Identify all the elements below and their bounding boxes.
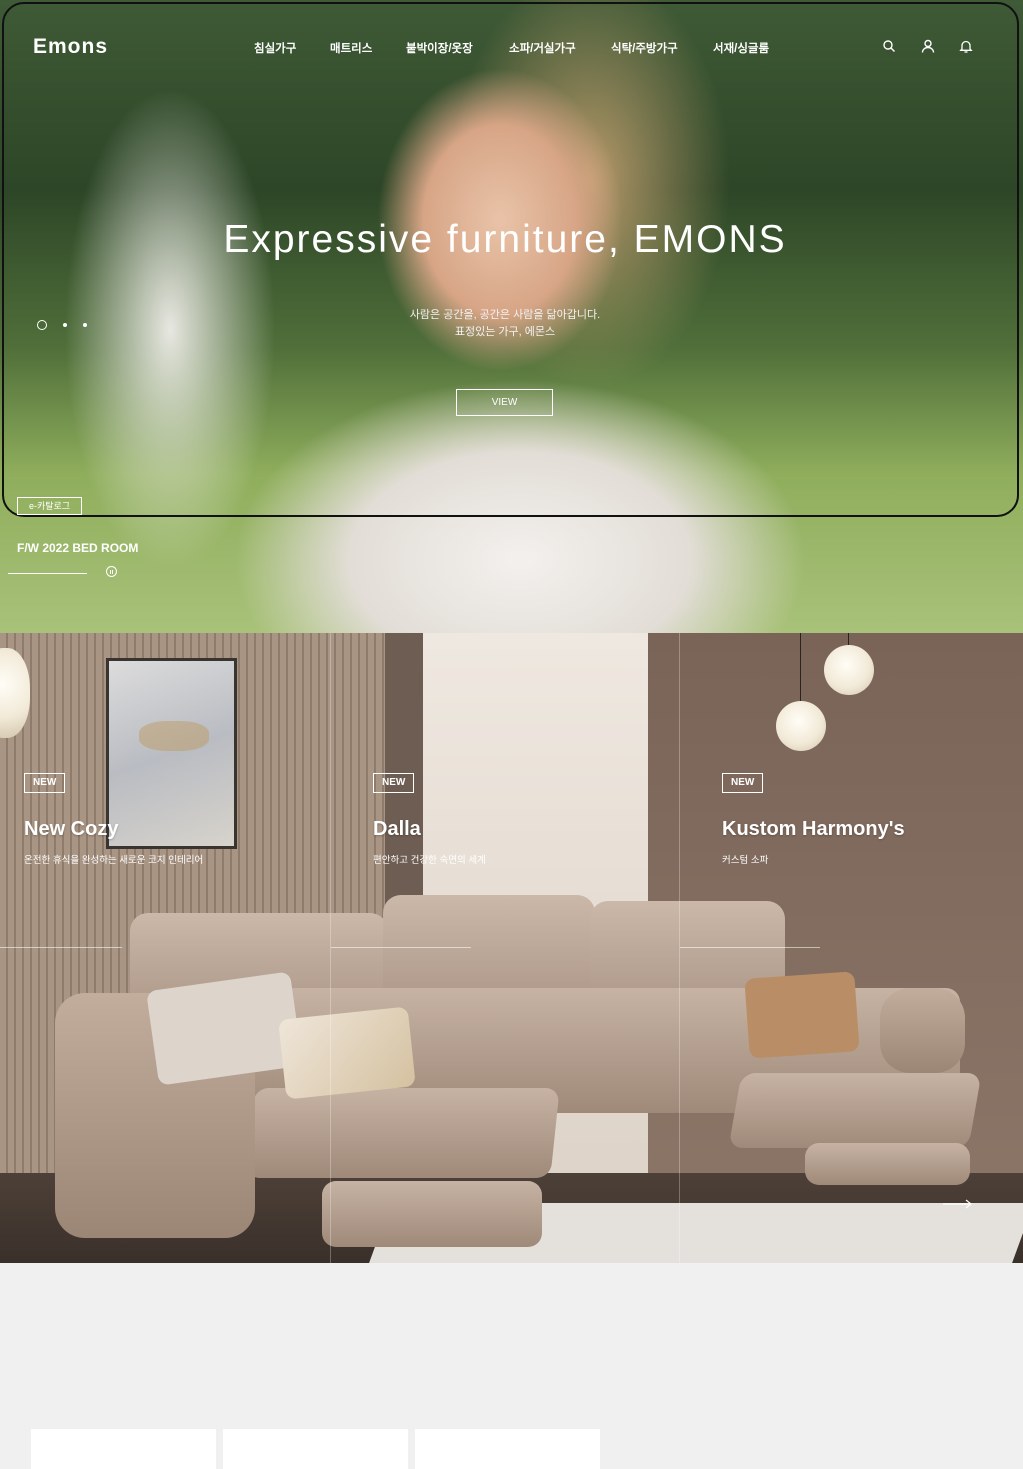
pendant-lamp-image: [776, 701, 826, 751]
nav-item-wardrobe[interactable]: 붙박이장/옷장: [406, 40, 473, 56]
nav-item-mattress[interactable]: 매트리스: [330, 40, 372, 56]
new-badge: NEW: [24, 773, 66, 793]
content-card[interactable]: [223, 1429, 408, 1469]
hero-title: Expressive furniture, EMONS: [223, 218, 787, 261]
bell-icon[interactable]: [959, 39, 973, 53]
main-nav: 침실가구 매트리스 붙박이장/옷장 소파/거실가구 식탁/주방가구 서재/싱글룸: [0, 40, 1023, 56]
view-button[interactable]: VIEW: [456, 389, 553, 416]
nav-item-sofa[interactable]: 소파/거실가구: [509, 40, 576, 56]
pause-icon[interactable]: [106, 566, 117, 577]
product-desc: 온전한 휴식을 완성하는 새로운 코지 인테리어: [24, 855, 204, 866]
arrow-right-icon[interactable]: [943, 1198, 973, 1210]
product-showcase: NEW New Cozy 온전한 휴식을 완성하는 새로운 코지 인테리어 NE…: [0, 633, 1023, 1263]
wall-painting-image: [106, 658, 237, 849]
new-badge: NEW: [373, 773, 415, 793]
slide-dot-1[interactable]: [37, 320, 47, 330]
slide-dot-2[interactable]: [63, 323, 67, 327]
product-title-new-cozy[interactable]: New Cozy: [24, 818, 118, 841]
pendant-lamp-image: [824, 645, 874, 695]
content-card[interactable]: [415, 1429, 600, 1469]
slide-progress-bar: [8, 573, 87, 574]
content-card[interactable]: [31, 1429, 216, 1469]
user-icon[interactable]: [921, 39, 935, 53]
hero-banner: Emons 침실가구 매트리스 붙박이장/옷장 소파/거실가구 식탁/주방가구 …: [0, 0, 1023, 633]
hero-subtitle-line1: 사람은 공간을, 공간은 사람을 닮아갑니다.: [409, 309, 601, 321]
season-label: F/W 2022 BED ROOM: [17, 541, 139, 555]
nav-item-study[interactable]: 서재/싱글룸: [713, 40, 769, 56]
product-title-dalla[interactable]: Dalla: [373, 818, 421, 841]
e-catalog-button[interactable]: e-카탈로그: [17, 497, 82, 515]
nav-item-bedroom[interactable]: 침실가구: [254, 40, 296, 56]
slide-progress-fill: [8, 573, 87, 574]
product-desc: 커스텀 소파: [722, 855, 769, 866]
search-icon[interactable]: [882, 39, 896, 53]
new-badge: NEW: [722, 773, 764, 793]
nav-item-dining[interactable]: 식탁/주방가구: [611, 40, 678, 56]
hero-subtitle-line2: 표정있는 가구, 에몬스: [454, 326, 556, 338]
product-desc: 편안하고 건강한 숙면의 세계: [373, 855, 486, 866]
product-title-kustom-harmonys[interactable]: Kustom Harmony's: [722, 818, 905, 841]
slide-dot-3[interactable]: [83, 323, 87, 327]
